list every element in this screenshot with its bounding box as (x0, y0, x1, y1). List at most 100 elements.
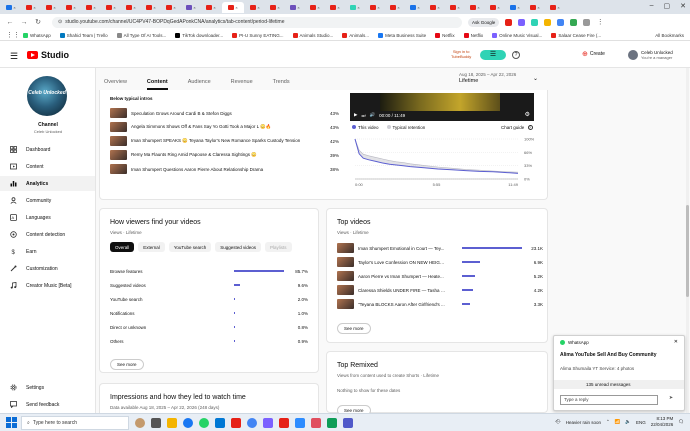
browser-tab[interactable]: × (22, 2, 40, 13)
reload-icon[interactable]: ↻ (34, 18, 42, 26)
bookmark-item[interactable]: TikTok downloader... (175, 32, 223, 38)
bookmark-item[interactable]: All Type Of AI Tools... (116, 32, 166, 38)
sidebar-item-content-detection[interactable]: Content detection (0, 227, 95, 242)
list-item[interactable]: Iman Shumpert Questions Aaron Pierre Abo… (110, 163, 340, 175)
browser-tab[interactable]: × (466, 2, 484, 13)
apps-icon[interactable]: ⋮⋮ (6, 31, 20, 39)
taskbar-app-icon[interactable] (231, 417, 241, 428)
video-player[interactable]: ▶ ⏭ 🔊 00:00 / 11:49 ⚙ (350, 93, 534, 121)
sidebar-item-languages[interactable]: A Languages (0, 210, 95, 225)
clock[interactable]: 8:13 PM 22/04/2026 (651, 416, 674, 428)
windows-start-icon[interactable] (4, 416, 18, 430)
table-row[interactable]: Claressa Shields UNDER FIRE — Tasha K ..… (337, 284, 543, 296)
table-row[interactable]: Aaron Pierre vs Iman Shumpert — Heate...… (337, 270, 543, 282)
browser-tab[interactable]: × (142, 2, 160, 13)
chip-suggested-videos[interactable]: Suggested videos (215, 242, 262, 252)
browser-tab[interactable]: × (202, 2, 220, 13)
bookmark-item[interactable]: Netflix (463, 32, 483, 38)
browser-tab[interactable]: × (306, 2, 324, 13)
list-item[interactable]: Angela Simmons Shows Off & Fans Say Yo G… (110, 121, 340, 133)
browser-tab[interactable]: × (122, 2, 140, 13)
back-icon[interactable]: ← (6, 19, 14, 26)
sidebar-item-dashboard[interactable]: Dashboard (0, 142, 95, 157)
weather-text[interactable]: Heavier rain soon (566, 420, 601, 425)
table-row[interactable]: Suggested videos 9.6% (110, 281, 310, 289)
list-item[interactable]: Remy Ma Flaunts Ring Amid Papoose & Clar… (110, 149, 340, 161)
table-row[interactable]: Iman Shumpert Emotional in Court — Tey..… (337, 242, 543, 254)
bookmark-item[interactable]: Salaar Cease Fire (... (551, 32, 601, 38)
list-item[interactable]: Speculation Grows Around Cardi B & Stefo… (110, 107, 340, 119)
browser-tab[interactable]: × (326, 2, 344, 13)
channel-avatar[interactable]: Celeb Unlocked (27, 76, 67, 116)
close-icon[interactable]: ✕ (674, 339, 678, 345)
send-icon[interactable]: ➤ (662, 395, 680, 405)
notification-center-icon[interactable]: 🗨 (678, 419, 684, 425)
tab-revenue[interactable]: Revenue (231, 79, 253, 90)
create-button[interactable]: ⊕ Create (582, 50, 605, 58)
table-row[interactable]: YouTube search 2.0% (110, 295, 310, 303)
sidebar-item-feedback[interactable]: Send feedback (0, 397, 95, 412)
chip-playlists[interactable]: Playlists (265, 242, 292, 252)
table-row[interactable]: Others 0.9% (110, 337, 310, 345)
browser-tab[interactable]: × (506, 2, 524, 13)
whatsapp-taskbar-icon[interactable] (199, 417, 209, 428)
sidebar-item-earn[interactable]: $ Earn (0, 244, 95, 259)
forward-icon[interactable]: → (20, 19, 28, 26)
see-more-button[interactable]: See more (110, 359, 144, 370)
sidebar-item-customization[interactable]: Customization (0, 261, 95, 276)
taskbar-app-icon[interactable] (263, 417, 273, 428)
list-item[interactable]: Iman Shumpert SPEAKS 😳 Teyana Taylor's N… (110, 135, 340, 147)
task-view-icon[interactable] (151, 417, 161, 428)
table-row[interactable]: Direct or unknown 0.8% (110, 323, 310, 331)
menu-dots-icon[interactable]: ⋮ (596, 18, 604, 26)
legend-this-video[interactable]: This video (352, 125, 379, 130)
weather-icon[interactable]: 🌧 (555, 419, 561, 425)
bookmark-item[interactable]: WhatsApp (23, 32, 51, 38)
youtube-studio-logo[interactable]: Studio (27, 50, 69, 60)
extension-icon[interactable] (531, 18, 539, 26)
extension-icon[interactable] (557, 18, 565, 26)
profile-icon[interactable] (583, 18, 591, 26)
ask-google-button[interactable]: Ask Google (468, 17, 500, 27)
browser-tab[interactable]: × (182, 2, 200, 13)
browser-tab[interactable]: × (246, 2, 264, 13)
account-switcher[interactable]: Celeb Unlocked You're a manager (628, 50, 673, 60)
browser-tab[interactable]: × (62, 2, 80, 13)
browser-tab[interactable]: × (2, 2, 20, 13)
edge-icon[interactable] (215, 417, 225, 428)
taskbar-app-icon[interactable] (279, 417, 289, 428)
tubebuddy-signin-link[interactable]: Sign in to TubeBuddy (451, 49, 471, 59)
tab-content[interactable]: Content (146, 79, 168, 90)
browser-tab[interactable]: × (286, 2, 304, 13)
all-bookmarks-button[interactable]: All Bookmarks (655, 33, 684, 38)
extension-icon[interactable] (570, 18, 578, 26)
url-field[interactable]: ⊙ studio.youtube.com/channel/UC4PV47-BOP… (52, 16, 462, 28)
tubebuddy-button[interactable]: ☰ (480, 50, 506, 60)
bookmark-item[interactable]: Online Music Visual... (492, 32, 542, 38)
date-range-picker[interactable]: Aug 18, 2025 – Apr 22, 2026 Lifetime (459, 72, 516, 84)
volume-tray-icon[interactable]: 🔈 (625, 419, 631, 425)
unread-messages-link[interactable]: 135 unread messages (554, 380, 684, 389)
browser-tab[interactable]: × (406, 2, 424, 13)
taskbar-app-icon[interactable] (311, 417, 321, 428)
extension-icon[interactable] (544, 18, 552, 26)
taskbar-app-icon[interactable] (327, 417, 337, 428)
reply-input[interactable]: Type a reply (560, 395, 658, 405)
table-row[interactable]: Notifications 1.0% (110, 309, 310, 317)
browser-tab[interactable]: × (82, 2, 100, 13)
taskbar-app-icon[interactable] (343, 417, 353, 428)
tab-audience[interactable]: Audience (188, 79, 211, 90)
bookmark-item[interactable]: Meta Business Suite (378, 32, 426, 38)
language-indicator[interactable]: ENG (636, 420, 646, 425)
browser-tab[interactable]: × (526, 2, 544, 13)
chevron-down-icon[interactable]: ⌄ (533, 75, 538, 82)
player-settings-icon[interactable]: ⚙ (525, 111, 530, 118)
bookmark-item[interactable]: PI-U Sunny EATING... (232, 32, 284, 38)
sidebar-item-settings[interactable]: Settings (0, 380, 95, 395)
network-icon[interactable]: 📶 (615, 419, 621, 425)
browser-tab[interactable]: × (446, 2, 464, 13)
browser-tab[interactable]: × (162, 2, 180, 13)
minimize-icon[interactable]: – (650, 2, 654, 10)
next-icon[interactable]: ⏭ (361, 113, 365, 118)
sidebar-item-content[interactable]: Content (0, 159, 95, 174)
